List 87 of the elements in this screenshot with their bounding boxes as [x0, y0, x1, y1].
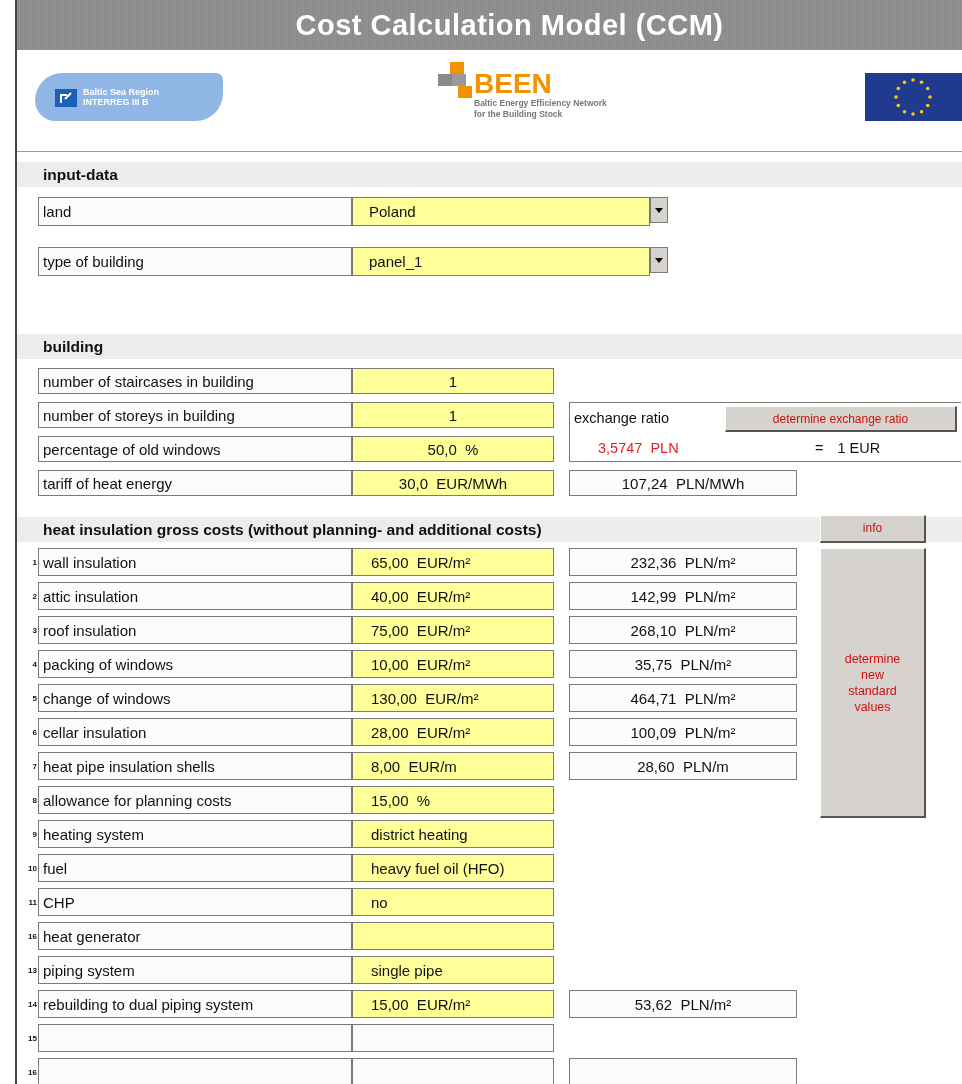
section-title: building — [43, 337, 104, 356]
input-field[interactable]: 30,0 EUR/MWh — [352, 470, 554, 496]
field-label: roof insulation — [38, 616, 352, 644]
logo-name: BEEN — [474, 70, 552, 98]
field-label: number of storeys in building — [38, 402, 352, 428]
standard-values-button[interactable]: determine new standard values — [820, 548, 926, 818]
field-label: tariff of heat energy — [38, 470, 352, 496]
field-label: fuel — [38, 854, 352, 882]
dropdown-button[interactable] — [650, 197, 668, 223]
row-number: 11 — [27, 896, 38, 909]
converted-value: 100,09 PLN/m² — [569, 718, 797, 746]
field-label: piping system — [38, 956, 352, 984]
input-field[interactable]: 130,00 EUR/m² — [352, 684, 554, 712]
field-label: land — [38, 197, 352, 226]
input-field[interactable]: 1 — [352, 402, 554, 428]
unit-amount: 1 EUR — [837, 440, 881, 456]
row-number: 2 — [31, 590, 38, 603]
row-number: 9 — [31, 828, 38, 841]
field-label: heat generator — [38, 922, 352, 950]
row-number: 7 — [31, 760, 38, 773]
dropdown-button[interactable] — [650, 247, 668, 273]
converted-value: 268,10 PLN/m² — [569, 616, 797, 644]
row-number: 5 — [31, 692, 38, 705]
caret-icon — [655, 257, 663, 263]
field-label: allowance for planning costs — [38, 786, 352, 814]
input-field[interactable]: 15,00 % — [352, 786, 554, 814]
row-number: 6 — [31, 726, 38, 739]
exchange-label: exchange ratio — [573, 410, 671, 426]
row-number: 4 — [31, 658, 38, 671]
converted-value: 464,71 PLN/m² — [569, 684, 797, 712]
dropdown-field[interactable]: panel_1 — [352, 247, 650, 276]
section-title: heat insulation gross costs (without planning- and additional costs) — [43, 520, 543, 539]
app-title: Cost Calculation Model (CCM) — [295, 8, 724, 42]
converted-value: 35,75 PLN/m² — [569, 650, 797, 678]
row-number: 10 — [27, 862, 38, 875]
row-number: 8 — [31, 794, 38, 807]
field-label: packing of windows — [38, 650, 352, 678]
exchange-rate: 3,5747 PLN — [597, 440, 680, 456]
info-button[interactable]: info — [820, 514, 926, 543]
field-label: wall insulation — [38, 548, 352, 576]
field-label: cellar insulation — [38, 718, 352, 746]
input-field[interactable]: 75,00 EUR/m² — [352, 616, 554, 644]
equals-sign: = — [815, 440, 824, 456]
row-number: 13 — [27, 964, 38, 977]
input-field[interactable]: heavy fuel oil (HFO) — [352, 854, 554, 882]
converted-value: 142,99 PLN/m² — [569, 582, 797, 610]
input-field[interactable]: 15,00 EUR/m² — [352, 990, 554, 1018]
input-field[interactable]: 8,00 EUR/m — [352, 752, 554, 780]
input-field[interactable] — [352, 922, 554, 950]
field-label: rebuilding to dual piping system — [38, 990, 352, 1018]
logo-text: for the Building Stock — [474, 109, 564, 120]
converted-value: 28,60 PLN/m — [569, 752, 797, 780]
logo-text: Baltic Energy Efficiency Network — [474, 98, 607, 109]
input-field[interactable]: 40,00 EUR/m² — [352, 582, 554, 610]
field-label: number of staircases in building — [38, 368, 352, 394]
field-label: type of building — [38, 247, 352, 276]
logo-text: Baltic Sea Region — [83, 87, 160, 97]
input-field[interactable]: district heating — [352, 820, 554, 848]
logo-text: INTERREG III B — [83, 97, 150, 107]
input-field[interactable]: 10,00 EUR/m² — [352, 650, 554, 678]
row-number: 15 — [27, 1032, 38, 1045]
converted-value: 107,24 PLN/MWh — [569, 470, 797, 496]
row-number: 14 — [27, 998, 38, 1011]
field-label: heating system — [38, 820, 352, 848]
row-number: 16 — [27, 1066, 38, 1079]
field-label: attic insulation — [38, 582, 352, 610]
eu-flag-icon — [865, 73, 962, 121]
squares-icon — [438, 62, 472, 98]
converted-value: 232,36 PLN/m² — [569, 548, 797, 576]
input-field[interactable]: single pipe — [352, 956, 554, 984]
field-label: change of windows — [38, 684, 352, 712]
field-label: CHP — [38, 888, 352, 916]
input-field[interactable]: 65,00 EUR/m² — [352, 548, 554, 576]
row-number: 1 — [31, 556, 38, 569]
row-number: 3 — [31, 624, 38, 637]
input-field[interactable]: 1 — [352, 368, 554, 394]
row-number: 16 — [27, 930, 38, 943]
dropdown-field[interactable]: Poland — [352, 197, 650, 226]
input-field[interactable]: 28,00 EUR/m² — [352, 718, 554, 746]
input-field[interactable]: 50,0 % — [352, 436, 554, 462]
exchange-ratio-button[interactable]: determine exchange ratio — [725, 406, 957, 432]
section-title: input-data — [43, 165, 118, 184]
input-field[interactable]: no — [352, 888, 554, 916]
converted-value: 53,62 PLN/m² — [569, 990, 797, 1018]
caret-icon — [655, 207, 663, 213]
field-label: heat pipe insulation shells — [38, 752, 352, 780]
field-label: percentage of old windows — [38, 436, 352, 462]
